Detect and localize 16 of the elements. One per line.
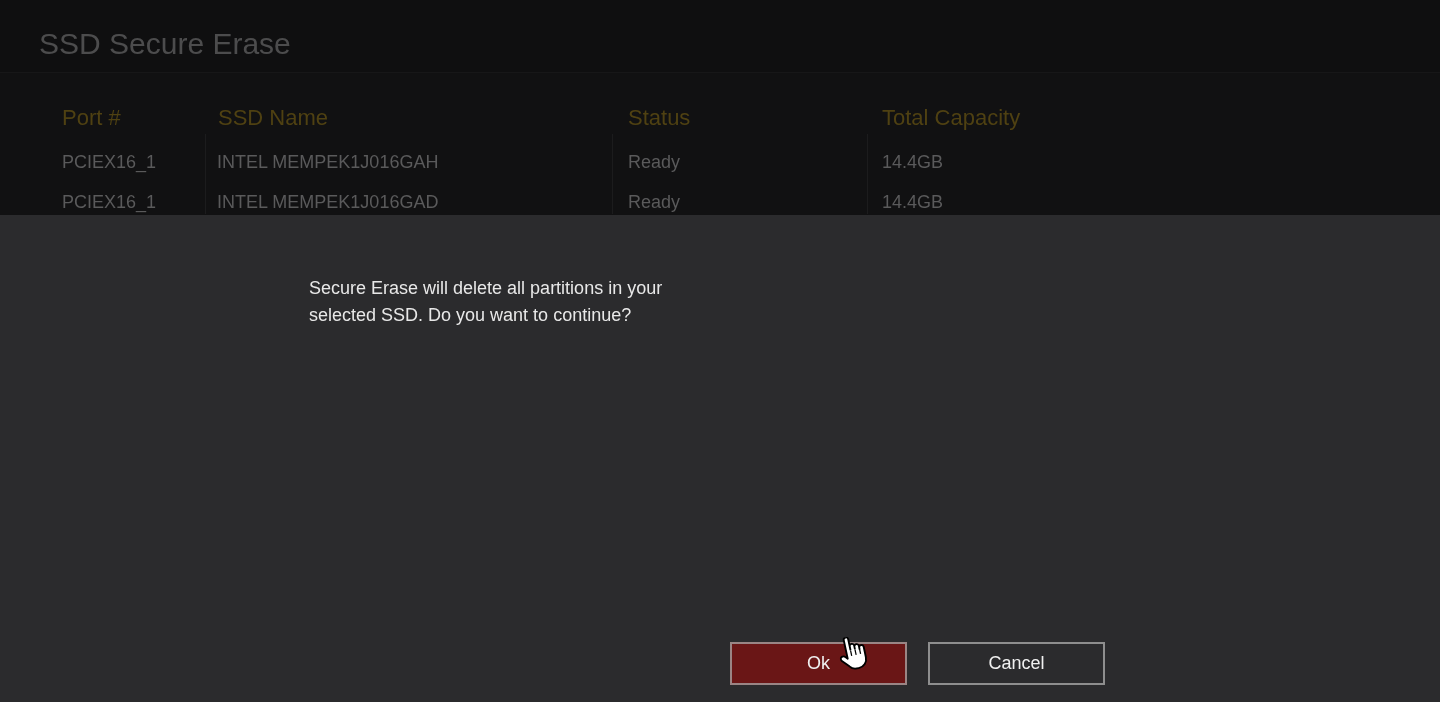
table-cell-text: PCIEX16_1 [62, 191, 158, 214]
table-cell: Ready [612, 134, 867, 174]
table-cell: INTEL MEMPEK1J016GAD [205, 174, 612, 214]
table-cell: 14.4GB [867, 174, 1440, 214]
column-header: Port # [62, 104, 122, 132]
dialog-message: Secure Erase will delete all partitions in your selected SSD. Do you want to continue? [309, 277, 664, 327]
table-cell-text: PCIEX16_1 [62, 151, 158, 174]
table-cell: 14.4GB [867, 134, 1440, 174]
ok-button[interactable]: Ok [730, 642, 907, 685]
column-header: Total Capacity [881, 104, 1022, 132]
table-cell: INTEL MEMPEK1J016GAH [205, 134, 612, 174]
table-cell: Ready [612, 174, 867, 214]
cancel-button[interactable]: Cancel [928, 642, 1105, 685]
column-header: Status [627, 104, 692, 132]
column-header: SSD Name [217, 104, 330, 132]
page-title: SSD Secure Erase [39, 26, 291, 62]
